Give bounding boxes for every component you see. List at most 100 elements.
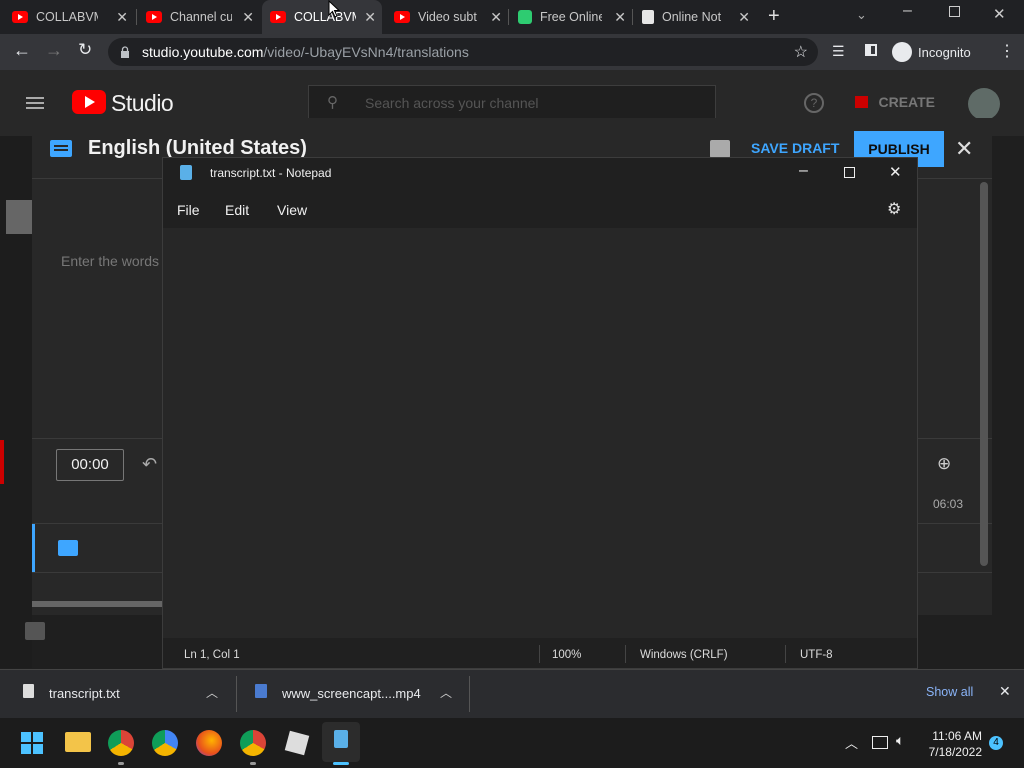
chrome-menu-icon[interactable]: ⋮: [999, 41, 1015, 61]
create-button[interactable]: CREATE: [847, 90, 935, 114]
save-draft-button[interactable]: SAVE DRAFT: [751, 140, 839, 156]
notepad-window: transcript.txt - Notepad – ✕ File Edit V…: [162, 157, 918, 669]
maximize-icon[interactable]: [844, 167, 855, 178]
settings-gear-icon[interactable]: ⚙: [887, 199, 901, 219]
notepad-app-icon: [180, 165, 192, 180]
subtitles-icon: [50, 140, 72, 157]
notepad-title: transcript.txt - Notepad: [210, 166, 332, 180]
incognito-badge[interactable]: Incognito: [892, 40, 971, 64]
close-window-icon[interactable]: ✕: [993, 5, 1006, 23]
zoom-level: 100%: [552, 649, 582, 661]
browser-tab[interactable]: COLLABVM ✕: [12, 0, 134, 34]
sidebar-active-indicator: [0, 440, 4, 484]
minimize-icon[interactable]: –: [799, 162, 808, 180]
download-item[interactable]: www_screencapt....mp4 ︿: [238, 670, 468, 718]
track-active-indicator: [32, 524, 35, 572]
bookmark-star-icon[interactable]: ☆: [794, 42, 808, 62]
notepad-status-bar: Ln 1, Col 1 100% Windows (CRLF) UTF-8: [163, 640, 917, 668]
file-explorer-icon[interactable]: [65, 732, 91, 752]
notepad-taskbar-button[interactable]: [322, 722, 360, 762]
reload-icon[interactable]: ↻: [78, 40, 92, 60]
end-time-label: 06:03: [933, 497, 964, 511]
encoding: UTF-8: [800, 649, 833, 661]
search-icon: ⚲: [327, 94, 338, 111]
text-file-icon: [23, 684, 34, 698]
browser-tab-active[interactable]: COLLABVM ✕: [262, 0, 382, 34]
lock-icon: [121, 46, 129, 58]
help-icon[interactable]: ?: [804, 93, 824, 113]
undo-icon[interactable]: ↶: [142, 454, 157, 475]
browser-tab[interactable]: Online Not ✕: [636, 0, 756, 34]
video-file-icon: [255, 684, 267, 698]
transcript-editor-placeholder[interactable]: Enter the words: [61, 253, 159, 269]
close-tab-icon[interactable]: ✕: [490, 9, 502, 26]
close-download-bar-icon[interactable]: ✕: [999, 683, 1011, 700]
close-tab-icon[interactable]: ✕: [116, 9, 128, 26]
incognito-icon: [892, 42, 912, 62]
chevron-up-icon[interactable]: ︿: [440, 684, 452, 701]
volume-icon[interactable]: 🔈︎: [896, 732, 904, 749]
browser-tab[interactable]: Channel cu ✕: [140, 0, 260, 34]
chrome-icon[interactable]: [240, 730, 266, 756]
browser-tab[interactable]: Free Online ✕: [512, 0, 632, 34]
chevron-up-icon[interactable]: ︿: [206, 684, 218, 701]
zoom-in-icon[interactable]: ⊕: [937, 454, 951, 474]
studio-search-input[interactable]: ⚲ Search across your channel: [308, 85, 716, 119]
youtube-icon: [270, 11, 286, 23]
close-tab-icon[interactable]: ✕: [242, 9, 254, 26]
menu-view[interactable]: View: [277, 202, 307, 218]
notepad-title-bar[interactable]: transcript.txt - Notepad – ✕: [163, 158, 917, 188]
hamburger-menu-icon[interactable]: [26, 97, 44, 99]
youtube-icon: [146, 11, 162, 23]
youtube-logo-icon[interactable]: [72, 90, 106, 114]
firefox-icon[interactable]: [196, 730, 222, 756]
show-all-downloads-link[interactable]: Show all: [926, 685, 973, 699]
close-tab-icon[interactable]: ✕: [738, 9, 750, 26]
feedback-icon[interactable]: [710, 140, 730, 158]
line-ending: Windows (CRLF): [640, 649, 728, 661]
tab-search-icon[interactable]: ⌄: [856, 7, 867, 23]
current-time-field[interactable]: 00:00: [56, 449, 124, 481]
tab-strip: COLLABVM ✕ Channel cu ✕ COLLABVM ✕ Video…: [0, 0, 1024, 34]
menu-file[interactable]: File: [177, 202, 200, 218]
forward-icon[interactable]: →: [45, 40, 63, 61]
display-icon[interactable]: [872, 736, 888, 749]
green-app-icon: [518, 10, 532, 24]
new-tab-icon[interactable]: +: [768, 5, 780, 28]
restore-icon[interactable]: [949, 6, 960, 17]
mouse-cursor-icon: [328, 0, 340, 18]
download-item[interactable]: transcript.txt ︿: [0, 670, 234, 718]
feedback-icon[interactable]: [25, 622, 45, 640]
close-tab-icon[interactable]: ✕: [614, 9, 626, 26]
chrome-beta-icon[interactable]: [152, 730, 178, 756]
notepad-text-area[interactable]: [163, 228, 917, 638]
avatar[interactable]: [968, 88, 1000, 120]
menu-edit[interactable]: Edit: [225, 202, 249, 218]
chevron-up-icon[interactable]: ︿: [845, 733, 858, 752]
youtube-icon: [394, 11, 410, 23]
back-icon[interactable]: ←: [13, 40, 31, 61]
close-window-icon[interactable]: ✕: [889, 163, 902, 181]
media-control-icon[interactable]: ☰: [832, 43, 845, 60]
subtitles-track-icon: [58, 540, 78, 556]
minimize-icon[interactable]: –: [903, 2, 912, 20]
address-bar[interactable]: studio.youtube.com/video/-UbayEVsNn4/tra…: [108, 38, 818, 66]
browser-tab[interactable]: Video subt ✕: [388, 0, 508, 34]
video-thumbnail[interactable]: [6, 200, 32, 234]
side-panel-icon[interactable]: [865, 44, 877, 56]
notepad-menu-bar: File Edit View ⚙: [163, 188, 917, 228]
download-bar: transcript.txt ︿ www_screencapt....mp4 ︿…: [0, 669, 1024, 718]
studio-sidebar: [0, 136, 45, 668]
clock[interactable]: 11:06 AM 7/18/2022: [920, 728, 982, 760]
close-dialog-icon[interactable]: ✕: [955, 136, 973, 162]
start-menu-icon[interactable]: [21, 732, 43, 754]
youtube-icon: [12, 11, 28, 23]
timeline-scrollbar[interactable]: [32, 601, 162, 607]
cursor-position: Ln 1, Col 1: [184, 649, 240, 661]
chrome-icon[interactable]: [108, 730, 134, 756]
notepad-icon: [642, 10, 654, 24]
close-tab-icon[interactable]: ✕: [364, 9, 376, 26]
roblox-icon[interactable]: [284, 730, 310, 756]
notification-badge[interactable]: 4: [989, 736, 1003, 750]
dialog-scrollbar[interactable]: [980, 182, 988, 566]
